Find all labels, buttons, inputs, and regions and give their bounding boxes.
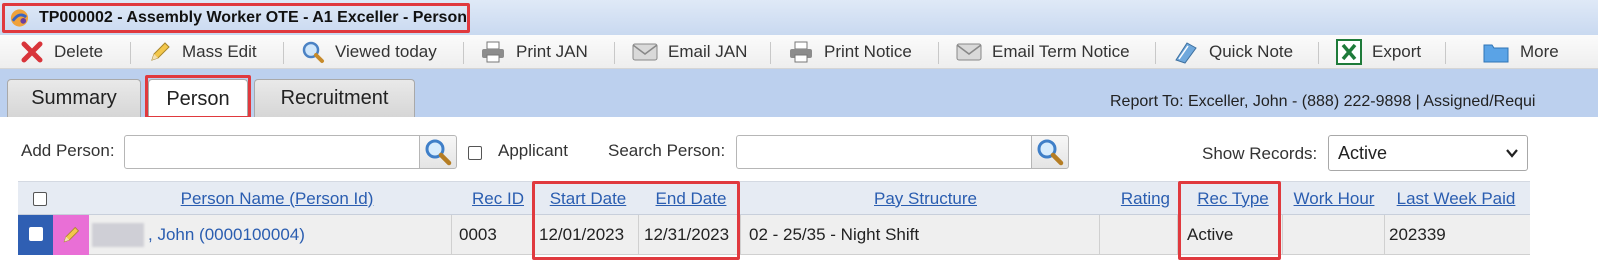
col-start-date[interactable]: Start Date <box>537 182 639 215</box>
row-checkbox[interactable] <box>29 227 43 241</box>
tab-bar: Summary Person Recruitment Report To: Ex… <box>0 69 1598 119</box>
quick-note-label: Quick Note <box>1209 42 1294 61</box>
quick-note-button[interactable]: Quick Note <box>1173 35 1293 69</box>
person-panel: Add Person: Applicant Search Person: Sho… <box>0 117 1598 261</box>
col-rec-id[interactable]: Rec ID <box>458 182 524 215</box>
rec-id-cell: 0003 <box>459 225 497 244</box>
report-to-info: Report To: Exceller, John - (888) 222-98… <box>1110 93 1536 110</box>
col-end-date[interactable]: End Date <box>642 182 740 215</box>
table-row[interactable]: , John (0000100004) 0003 12/01/2023 12/3… <box>18 215 1530 255</box>
folder-icon <box>1483 44 1509 63</box>
row-edit-button[interactable] <box>53 215 89 255</box>
show-records-label: Show Records: <box>1202 144 1318 163</box>
window-title: TP000002 - Assembly Worker OTE - A1 Exce… <box>38 9 467 26</box>
export-button[interactable]: Export <box>1336 35 1421 69</box>
search-person-input[interactable] <box>736 135 1032 169</box>
tab-summary-label: Summary <box>31 87 117 109</box>
show-records-select[interactable]: Active <box>1328 135 1528 171</box>
search-icon <box>425 139 452 166</box>
printer-icon <box>790 41 812 63</box>
viewed-today-label: Viewed today <box>335 42 437 61</box>
col-pay-structure[interactable]: Pay Structure <box>743 182 1108 215</box>
row-selector <box>18 215 53 255</box>
more-label: More <box>1520 42 1559 61</box>
col-last-week-paid[interactable]: Last Week Paid <box>1386 182 1526 215</box>
redacted-surname <box>92 223 144 247</box>
notebook-icon <box>1175 42 1197 64</box>
tab-summary[interactable]: Summary <box>7 79 141 117</box>
applicant-label: Applicant <box>498 141 568 160</box>
print-jan-label: Print JAN <box>516 42 588 61</box>
viewed-today-button[interactable]: Viewed today <box>301 35 437 69</box>
search-person-search-button[interactable] <box>1031 135 1069 169</box>
toolbar: Delete Mass Edit Viewed today Print JAN … <box>0 35 1598 69</box>
last-week-paid-cell: 202339 <box>1389 225 1446 244</box>
person-name-link[interactable]: , John (0000100004) <box>148 215 305 255</box>
show-records-value: Active <box>1338 142 1388 163</box>
envelope-icon <box>632 43 658 61</box>
grid-header: Person Name (Person Id) Rec ID Start Dat… <box>18 181 1530 215</box>
printer-icon <box>482 41 504 63</box>
app-logo-icon <box>10 9 29 27</box>
applicant-checkbox[interactable] <box>468 146 482 160</box>
email-jan-label: Email JAN <box>668 42 748 61</box>
add-person-input[interactable] <box>124 135 420 169</box>
more-button[interactable]: More <box>1482 35 1559 69</box>
end-date-cell: 12/31/2023 <box>644 225 730 244</box>
excel-icon <box>1336 39 1362 65</box>
magnifier-icon <box>302 41 324 63</box>
export-label: Export <box>1372 42 1422 61</box>
mass-edit-label: Mass Edit <box>182 42 257 61</box>
title-highlight: TP000002 - Assembly Worker OTE - A1 Exce… <box>2 3 470 33</box>
search-icon <box>1037 139 1064 166</box>
search-person-label: Search Person: <box>608 141 726 160</box>
pay-structure-cell: 02 - 25/35 - Night Shift <box>749 225 920 244</box>
pencil-icon <box>63 226 80 243</box>
col-rating[interactable]: Rating <box>1100 182 1170 215</box>
print-notice-label: Print Notice <box>824 42 912 61</box>
print-jan-button[interactable]: Print JAN <box>480 35 588 69</box>
tab-recruitment-label: Recruitment <box>280 87 389 109</box>
col-person-name[interactable]: Person Name (Person Id) <box>138 182 416 215</box>
email-term-notice-button[interactable]: Email Term Notice <box>956 35 1130 69</box>
window-titlebar: TP000002 - Assembly Worker OTE - A1 Exce… <box>0 0 1598 35</box>
tab-person-label: Person <box>166 87 230 110</box>
col-rec-type[interactable]: Rec Type <box>1183 182 1283 215</box>
delete-label: Delete <box>54 42 104 61</box>
pencil-icon <box>151 42 170 61</box>
add-person-search-button[interactable] <box>419 135 457 169</box>
start-date-cell: 12/01/2023 <box>539 225 625 244</box>
select-all-checkbox[interactable] <box>33 192 47 206</box>
person-grid: Person Name (Person Id) Rec ID Start Dat… <box>18 181 1530 261</box>
add-person-label: Add Person: <box>21 141 115 160</box>
tab-recruitment[interactable]: Recruitment <box>254 79 415 117</box>
delete-button[interactable]: Delete <box>20 35 103 69</box>
mass-edit-button[interactable]: Mass Edit <box>148 35 257 69</box>
email-term-notice-label: Email Term Notice <box>992 42 1130 61</box>
email-jan-button[interactable]: Email JAN <box>632 35 747 69</box>
delete-x-icon <box>21 41 43 63</box>
chevron-down-icon <box>1506 149 1518 158</box>
print-notice-button[interactable]: Print Notice <box>788 35 912 69</box>
tab-person[interactable]: Person <box>148 79 248 118</box>
envelope-icon <box>956 43 982 61</box>
rec-type-cell: Active <box>1187 225 1234 244</box>
col-work-hour[interactable]: Work Hour <box>1286 182 1382 215</box>
